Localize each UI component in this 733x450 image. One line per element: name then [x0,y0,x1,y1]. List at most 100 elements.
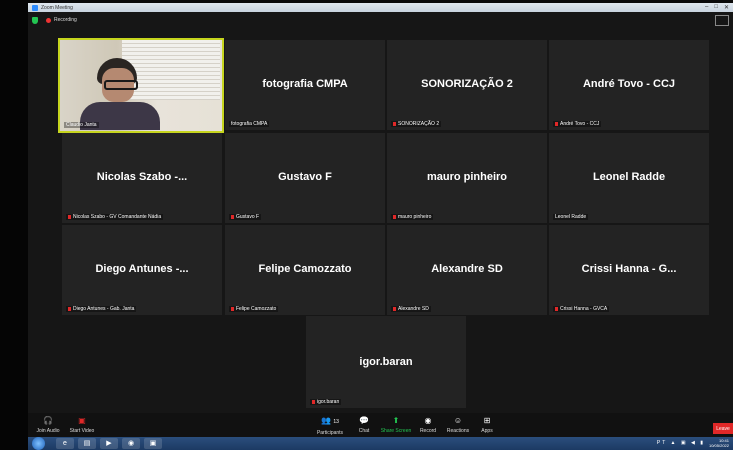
muted-mic-icon [393,122,396,126]
muted-mic-icon [393,307,396,311]
participant-display-name: Leonel Radde [592,171,666,183]
participant-tile[interactable]: Leonel Radde Leonel Radde [549,133,709,223]
participant-name-tag: fotografia CMPA [229,121,270,127]
participant-display-name: Alexandre SD [431,263,503,275]
window-blinds [122,40,220,100]
participants-count: 13 [333,419,339,425]
start-video-button[interactable]: ▣ Start Video [62,416,102,434]
participant-name: igor.baran [317,399,340,405]
participant-tile[interactable]: Nicolas Szabo -... Nicolas Szabo - GV Co… [62,133,222,223]
participants-label: Participants [316,430,344,436]
participant-name-tag: Felipe Camozzato [229,306,279,312]
participant-display-name: mauro pinheiro [426,171,508,183]
apps-label: Apps [481,428,493,434]
muted-mic-icon [68,215,71,219]
system-tray[interactable]: PT ▲ ▣ ◀ ▮ [657,440,705,446]
internet-explorer-icon[interactable]: e [56,438,74,449]
participant-name: SONORIZAÇÃO 2 [398,121,440,127]
participant-display-name: André Tovo - CCJ [582,78,676,90]
close-icon[interactable]: ✕ [724,4,729,11]
security-shield-icon[interactable] [32,16,38,24]
participant-tile[interactable]: mauro pinheiro mauro pinheiro [387,133,547,223]
participant-tile[interactable]: Crissi Hanna - G... Crissi Hanna - GVCA [549,225,709,315]
muted-mic-icon [231,215,234,219]
participant-name-tag: Diego Antunes - Gab. Janta [66,306,137,312]
muted-mic-icon [231,307,234,311]
participant-tile-active-speaker[interactable]: Claudio Janta [58,38,224,133]
muted-mic-icon [312,400,315,404]
participant-tile[interactable]: Gustavo F Gustavo F [225,133,385,223]
zoom-taskbar-icon[interactable]: ▣ [144,438,162,449]
participant-display-name: Gustavo F [278,171,332,183]
maximize-icon[interactable]: □ [714,4,718,11]
window-controls: – □ ✕ [705,4,729,11]
participant-name: André Tovo - CCJ [560,121,600,127]
minimize-icon[interactable]: – [705,4,708,11]
participant-name: fotografia CMPA [231,121,268,127]
muted-mic-icon [393,215,396,219]
participant-name-tag: SONORIZAÇÃO 2 [391,121,442,127]
participant-display-name: igor.baran [359,356,413,368]
view-toggle-icon[interactable] [715,15,729,26]
participant-name-tag: igor.baran [310,399,342,405]
muted-mic-icon [68,307,71,311]
clock[interactable]: 10:41 10/05/2022 [709,438,729,448]
reactions-label: Reactions [446,428,470,434]
participant-display-name: fotografia CMPA [262,78,348,90]
clock-date: 10/05/2022 [708,443,729,448]
participant-name-tag: Gustavo F [229,214,262,220]
participant-name: mauro pinheiro [398,214,432,220]
participant-tile[interactable]: Diego Antunes -... Diego Antunes - Gab. … [62,225,222,315]
zoom-window: Zoom Meeting – □ ✕ Recording Claudio Jan… [28,3,733,450]
language-indicator[interactable]: PT [657,440,667,446]
monitor-bezel [0,0,30,450]
window-title: Zoom Meeting [41,4,73,11]
participant-tile[interactable]: André Tovo - CCJ André Tovo - CCJ [549,40,709,130]
share-screen-label: Share Screen [380,428,412,434]
meeting-toolbar: 🎧 Join Audio ▣ Start Video 👥 13 Particip… [28,413,733,437]
recording-label: Recording [54,17,77,23]
participant-name: Leonel Radde [555,214,587,220]
participant-name: Crissi Hanna - GVCA [560,306,608,312]
apps-icon: ⊞ [483,416,491,425]
participant-name: Nicolas Szabo - GV Comandante Nádia [73,214,162,220]
windows-start-icon[interactable] [32,437,45,450]
apps-button[interactable]: ⊞ Apps [467,416,507,434]
chat-label: Chat [358,428,370,434]
muted-mic-icon [555,307,558,311]
video-off-icon: ▣ [78,416,86,425]
participant-name: Gustavo F [236,214,260,220]
join-audio-label: Join Audio [36,428,60,434]
participant-name-tag: André Tovo - CCJ [553,121,602,127]
windows-taskbar: e ▤ ▶ ◉ ▣ PT ▲ ▣ ◀ ▮ 10:41 10/05/2022 [28,437,733,450]
participant-tile[interactable]: SONORIZAÇÃO 2 SONORIZAÇÃO 2 [387,40,547,130]
participant-tile[interactable]: Alexandre SD Alexandre SD [387,225,547,315]
leave-button[interactable]: Leave [713,423,733,434]
person-glasses [104,80,138,90]
recording-dot-icon [46,17,51,23]
participant-tile[interactable]: fotografia CMPA fotografia CMPA [225,40,385,130]
muted-mic-icon [555,122,558,126]
title-bar: Zoom Meeting – □ ✕ [28,3,733,12]
participant-name-tag: Claudio Janta [64,122,99,128]
start-video-label: Start Video [69,428,95,434]
participant-name-tag: Alexandre SD [391,306,431,312]
participant-name-tag: mauro pinheiro [391,214,434,220]
participant-name: Claudio Janta [66,122,97,128]
media-player-icon[interactable]: ▶ [100,438,118,449]
record-label: Record [419,428,437,434]
participant-tile[interactable]: igor.baran igor.baran [306,316,466,408]
participant-name-tag: Crissi Hanna - GVCA [553,306,610,312]
file-explorer-icon[interactable]: ▤ [78,438,96,449]
participant-display-name: Crissi Hanna - G... [581,263,677,275]
participant-display-name: Felipe Camozzato [258,263,352,275]
participant-tile[interactable]: Felipe Camozzato Felipe Camozzato [225,225,385,315]
meeting-status-bar: Recording [28,12,733,28]
participant-name: Alexandre SD [398,306,429,312]
participant-name: Diego Antunes - Gab. Janta [73,306,135,312]
participant-display-name: Diego Antunes -... [95,263,189,275]
chrome-icon[interactable]: ◉ [122,438,140,449]
participant-video [60,40,222,131]
participant-name-tag: Nicolas Szabo - GV Comandante Nádia [66,214,164,220]
participant-display-name: SONORIZAÇÃO 2 [421,78,513,90]
